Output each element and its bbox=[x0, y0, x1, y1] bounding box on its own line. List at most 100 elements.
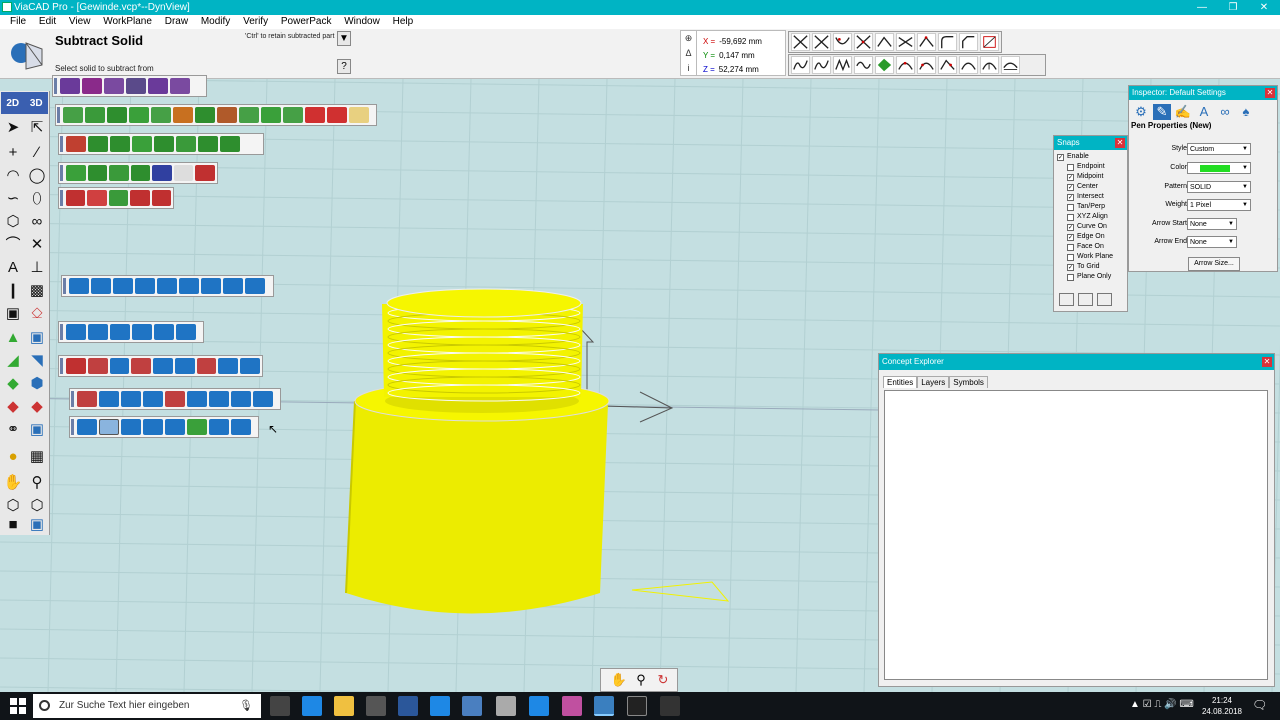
chevron-down-icon[interactable]: ▼ bbox=[1240, 182, 1250, 192]
snap-checkbox[interactable]: ✓ bbox=[1057, 153, 1064, 161]
sphere-icon[interactable] bbox=[85, 107, 105, 123]
snap-checkbox[interactable]: ✓ bbox=[1067, 233, 1074, 241]
curve-j-icon[interactable] bbox=[980, 56, 999, 74]
close-icon[interactable]: ✕ bbox=[1115, 138, 1125, 148]
feat-g-icon[interactable] bbox=[209, 391, 229, 407]
object-icon[interactable]: ⚙ bbox=[1132, 104, 1150, 120]
point-icon[interactable]: + bbox=[2, 143, 24, 163]
mod-i-icon[interactable] bbox=[240, 358, 261, 374]
color-select[interactable]: ▼ bbox=[1187, 162, 1251, 174]
transform-icon[interactable]: ▣ bbox=[2, 304, 24, 324]
dimension-icon[interactable]: ⊥ bbox=[26, 258, 48, 278]
extrude-alt-icon[interactable] bbox=[88, 136, 108, 152]
line-icon[interactable]: ∕ bbox=[26, 143, 48, 163]
chevron-down-icon[interactable]: ▼ bbox=[1240, 163, 1250, 173]
snap-checkbox[interactable] bbox=[1067, 243, 1074, 251]
calculator-icon[interactable] bbox=[366, 696, 386, 716]
polygon-icon[interactable]: ⬡ bbox=[2, 212, 24, 232]
viacad-task-icon[interactable] bbox=[594, 696, 614, 716]
tab-layers[interactable]: Layers bbox=[917, 376, 950, 388]
browser-icon[interactable] bbox=[430, 696, 450, 716]
snap-row[interactable]: ✓ To Grid bbox=[1057, 262, 1127, 272]
solid-cylinder-icon[interactable]: ▣ bbox=[26, 328, 48, 348]
pan-icon[interactable]: ✋ bbox=[609, 671, 629, 689]
microphone-icon[interactable]: 🎙 bbox=[239, 694, 253, 718]
brush-icon[interactable]: ✍ bbox=[1174, 104, 1192, 120]
chevron-down-icon[interactable]: ▼ bbox=[1240, 200, 1250, 210]
windows-start-icon[interactable] bbox=[10, 698, 26, 714]
snap-checkbox[interactable]: ✓ bbox=[1067, 223, 1074, 231]
modify-icon[interactable]: ⚭ bbox=[2, 420, 24, 440]
feat-h-icon[interactable] bbox=[231, 391, 251, 407]
loft-icon[interactable] bbox=[283, 107, 303, 123]
intersect-solid-icon[interactable] bbox=[121, 419, 141, 435]
split-solid-icon[interactable] bbox=[143, 419, 163, 435]
stitch-icon[interactable] bbox=[231, 419, 251, 435]
cube-icon[interactable] bbox=[107, 107, 127, 123]
cone-blue-icon[interactable] bbox=[135, 278, 155, 294]
mod-f-icon[interactable] bbox=[174, 358, 195, 374]
trim-tool-icon[interactable]: ✕ bbox=[26, 235, 48, 255]
surface-a-icon[interactable] bbox=[66, 165, 86, 181]
surface-d-icon[interactable] bbox=[130, 165, 151, 181]
explorer-icon[interactable] bbox=[334, 696, 354, 716]
trim-curve-icon[interactable] bbox=[833, 33, 852, 51]
snap-target-icon[interactable]: ⊕ bbox=[681, 31, 697, 46]
curve-d-icon[interactable] bbox=[854, 56, 873, 74]
surface-f-icon[interactable] bbox=[173, 165, 194, 181]
word-icon[interactable] bbox=[398, 696, 418, 716]
app-d-icon[interactable] bbox=[627, 696, 647, 716]
surface-b-icon[interactable] bbox=[87, 165, 108, 181]
mod-b-icon[interactable] bbox=[87, 358, 108, 374]
subtract-icon[interactable]: ▣ bbox=[26, 420, 48, 440]
solid-extrude-icon[interactable]: ▲ bbox=[2, 328, 24, 348]
separate-icon[interactable] bbox=[209, 419, 229, 435]
camera-icon[interactable] bbox=[60, 78, 80, 94]
tab-symbols[interactable]: Symbols bbox=[949, 376, 988, 388]
app-a-icon[interactable] bbox=[462, 696, 482, 716]
close-icon[interactable]: ✕ bbox=[1262, 357, 1272, 367]
menu-file[interactable]: File bbox=[10, 16, 26, 27]
delta-icon[interactable]: Δ bbox=[681, 46, 697, 61]
chamfer-icon[interactable] bbox=[959, 33, 978, 51]
trim-icon[interactable] bbox=[791, 33, 810, 51]
fillet-icon[interactable] bbox=[938, 33, 957, 51]
torus-icon[interactable] bbox=[151, 107, 171, 123]
pyramid-blue-icon[interactable] bbox=[201, 278, 221, 294]
select-arrow-icon[interactable]: ➤ bbox=[2, 118, 24, 138]
feat-c-icon[interactable] bbox=[121, 391, 141, 407]
light-icon[interactable]: ● bbox=[2, 447, 24, 467]
close-icon[interactable]: ✕ bbox=[1249, 0, 1279, 15]
imprint-icon[interactable] bbox=[187, 419, 207, 435]
box-blue-2-icon[interactable] bbox=[88, 324, 108, 340]
shell-face-icon[interactable] bbox=[176, 136, 196, 152]
circle-icon[interactable]: ◯ bbox=[26, 166, 48, 186]
measure-icon[interactable]: ❙ bbox=[2, 281, 24, 301]
y-value[interactable]: 0,147 mm bbox=[719, 51, 755, 60]
style-select[interactable]: Custom ▼ bbox=[1187, 143, 1251, 155]
app-c-icon[interactable] bbox=[562, 696, 582, 716]
dimension-tab-icon[interactable]: ∞ bbox=[1216, 104, 1234, 120]
curve-g-icon[interactable] bbox=[917, 56, 936, 74]
snap-checkbox[interactable] bbox=[1067, 253, 1074, 261]
surface-g-icon[interactable] bbox=[195, 165, 216, 181]
snap-row[interactable]: ✓ Midpoint bbox=[1057, 172, 1127, 182]
prism-blue-icon[interactable] bbox=[179, 278, 199, 294]
split-icon[interactable] bbox=[854, 33, 873, 51]
camera-save-icon[interactable] bbox=[148, 78, 168, 94]
cylinder-icon[interactable] bbox=[129, 107, 149, 123]
mod-g-icon[interactable] bbox=[196, 358, 217, 374]
snap-grid-icon[interactable] bbox=[1078, 293, 1093, 306]
chevron-down-icon[interactable]: ▼ bbox=[1226, 219, 1236, 229]
mod-d-icon[interactable] bbox=[131, 358, 152, 374]
snap-row[interactable]: ✓ Center bbox=[1057, 182, 1127, 192]
loft-face-icon[interactable] bbox=[154, 136, 174, 152]
entities-list[interactable] bbox=[884, 390, 1268, 680]
extend-icon[interactable] bbox=[896, 33, 915, 51]
close-icon[interactable]: ✕ bbox=[1265, 88, 1275, 98]
menu-verify[interactable]: Verify bbox=[243, 16, 268, 27]
menu-modify[interactable]: Modify bbox=[201, 16, 230, 27]
cone-icon[interactable] bbox=[63, 107, 83, 123]
menu-powerpack[interactable]: PowerPack bbox=[281, 16, 332, 27]
sheet-icon[interactable] bbox=[349, 107, 369, 123]
